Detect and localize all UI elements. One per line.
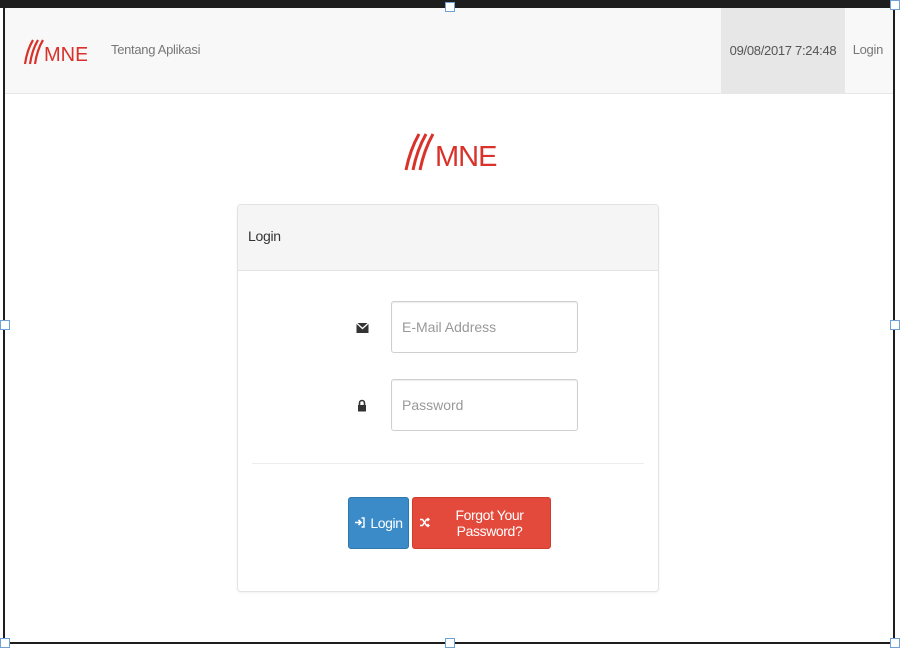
navbar-brand-logo[interactable]: MNE [17, 36, 88, 68]
datetime-display: 09/08/2017 7:24:48 [721, 8, 845, 93]
envelope-icon [355, 321, 369, 335]
resize-handle-bottom-right[interactable] [890, 638, 900, 648]
center-logo: MNE [401, 128, 498, 174]
forgot-password-button[interactable]: Forgot Your Password? [412, 497, 551, 549]
mne-logo-large-icon: MNE [404, 133, 498, 173]
login-button-label: Login [370, 515, 403, 531]
nav-link-about[interactable]: Tentang Aplikasi [111, 42, 200, 57]
nav-link-login[interactable]: Login [853, 42, 884, 57]
password-input[interactable] [391, 379, 578, 431]
mne-logo-icon: MNE [23, 39, 88, 66]
navbar: MNE Tentang Aplikasi 09/08/2017 7:24:48 … [5, 8, 893, 94]
lock-icon [355, 398, 369, 412]
sign-in-icon [354, 515, 366, 531]
resize-handle-bottom-left[interactable] [0, 638, 10, 648]
resize-handle-top[interactable] [445, 2, 455, 12]
email-input[interactable] [391, 301, 578, 353]
resize-handle-left[interactable] [0, 320, 10, 330]
logo-text: MNE [435, 141, 497, 173]
resize-handle-top-right[interactable] [890, 0, 900, 10]
resize-handle-right[interactable] [890, 320, 900, 330]
login-button[interactable]: Login [348, 497, 409, 549]
forgot-password-label: Forgot Your Password? [455, 507, 524, 539]
brand-text: MNE [44, 44, 87, 66]
shuffle-icon [419, 515, 430, 531]
resize-handle-bottom[interactable] [445, 638, 455, 648]
browser-window: MNE Tentang Aplikasi 09/08/2017 7:24:48 … [3, 6, 895, 644]
login-panel: Login Login Forgot Your Password? [237, 204, 659, 592]
form-divider [252, 463, 644, 464]
panel-heading: Login [238, 205, 658, 271]
